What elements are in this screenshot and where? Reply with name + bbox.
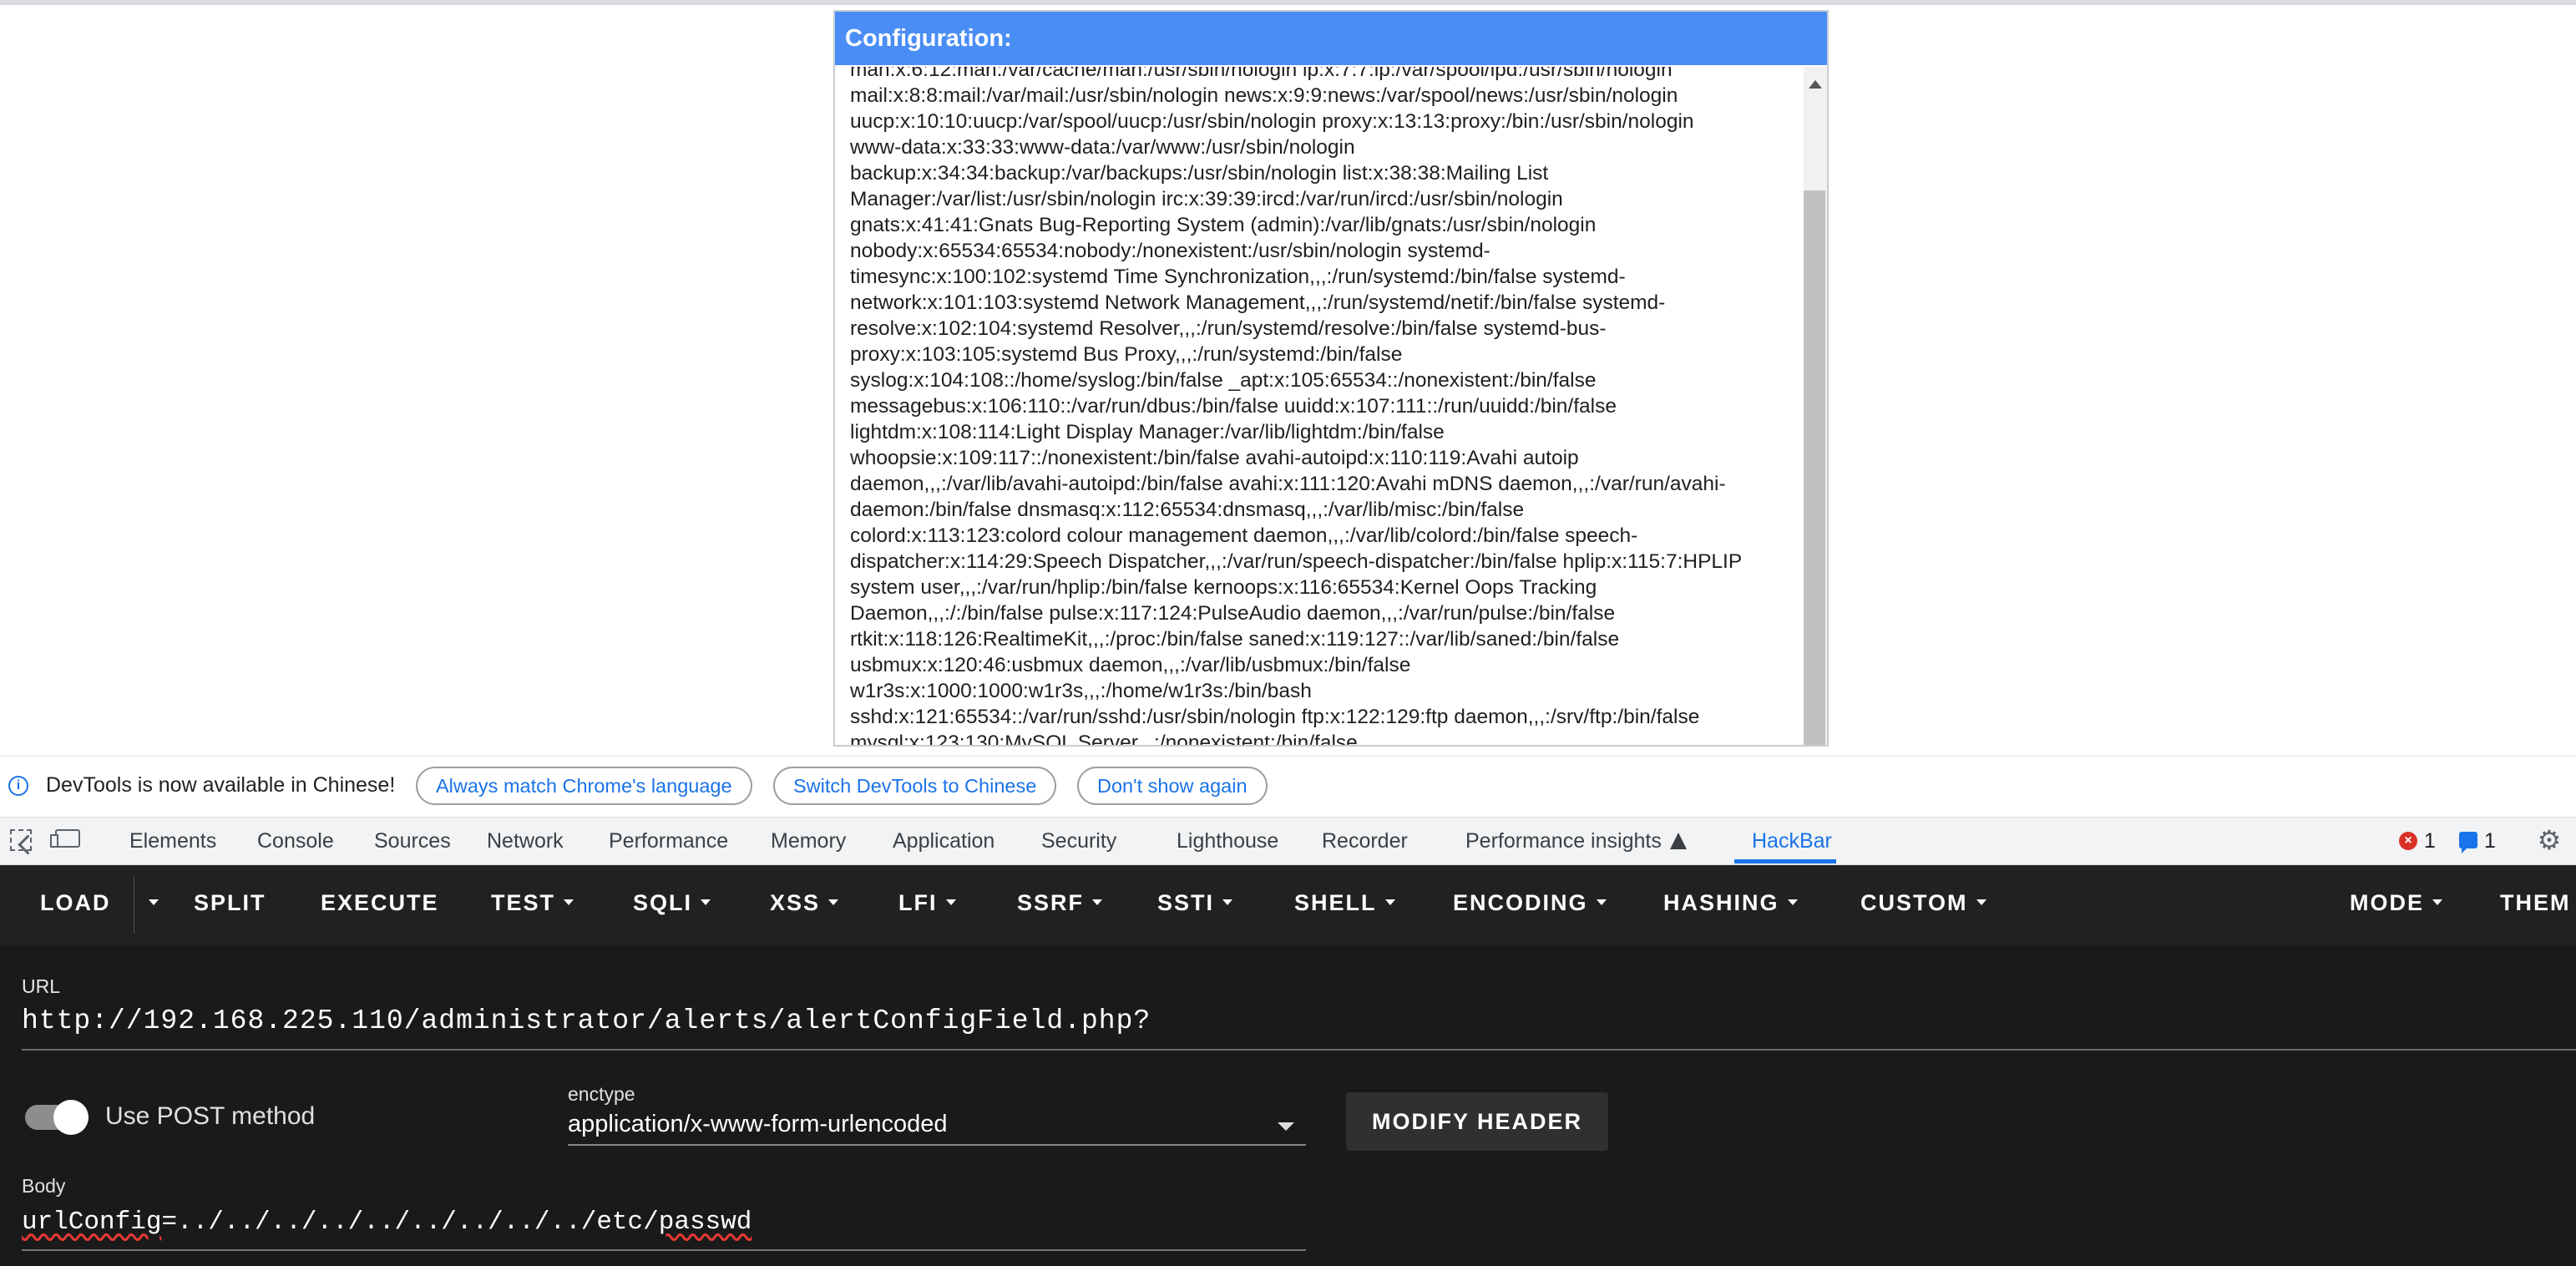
ssti-label: SSTI	[1157, 890, 1215, 915]
custom-label: CUSTOM	[1860, 890, 1968, 915]
message-count[interactable]: 1	[2484, 829, 2496, 853]
post-method-label: Use POST method	[105, 1102, 316, 1130]
chevron-down-icon[interactable]	[1278, 1122, 1294, 1131]
chevron-down-icon	[1092, 899, 1103, 906]
custom-menu-button[interactable]: CUSTOM	[1860, 890, 1986, 916]
xss-label: XSS	[770, 890, 821, 915]
enctype-label: enctype	[568, 1083, 635, 1105]
info-icon: i	[8, 776, 28, 796]
hashing-menu-button[interactable]: HASHING	[1663, 890, 1798, 916]
execute-button[interactable]: EXECUTE	[321, 890, 439, 916]
body-traversal-path: =../../../../../../../../../etc/	[161, 1208, 659, 1237]
load-button[interactable]: LOAD	[40, 890, 111, 916]
configuration-panel: Configuration: man:x:6:12:man:/var/cache…	[833, 10, 1829, 747]
flask-icon	[1669, 833, 1687, 849]
chevron-down-icon	[1222, 899, 1233, 906]
chevron-down-icon	[701, 899, 711, 906]
hackbar-toolbar: LOAD SPLIT EXECUTE TEST SQLI XSS LFI SSR…	[0, 865, 2576, 945]
shell-label: SHELL	[1294, 890, 1377, 915]
gear-icon[interactable]: ⚙	[2537, 827, 2562, 853]
chevron-down-icon	[828, 899, 839, 906]
tab-console[interactable]: Console	[257, 829, 334, 853]
tab-application[interactable]: Application	[893, 829, 994, 853]
body-param-name: urlConfig	[22, 1208, 162, 1237]
hashing-label: HASHING	[1663, 890, 1779, 915]
body-input[interactable]: urlConfig=../../../../../../../../../etc…	[22, 1208, 752, 1237]
lfi-label: LFI	[898, 890, 938, 915]
chevron-down-icon	[149, 899, 159, 906]
tab-memory[interactable]: Memory	[771, 829, 846, 853]
ssrf-label: SSRF	[1017, 890, 1085, 915]
url-input[interactable]: http://192.168.225.110/administrator/ale…	[22, 1005, 2576, 1036]
post-method-toggle-knob[interactable]	[53, 1100, 89, 1135]
sqli-label: SQLI	[633, 890, 693, 915]
ssrf-menu-button[interactable]: SSRF	[1017, 890, 1103, 916]
tab-lighthouse[interactable]: Lighthouse	[1177, 829, 1278, 853]
error-count[interactable]: 1	[2424, 829, 2436, 853]
split-button[interactable]: SPLIT	[194, 890, 266, 916]
url-label: URL	[22, 975, 61, 997]
test-label: TEST	[491, 890, 556, 915]
configuration-title: Configuration:	[835, 12, 1827, 65]
modify-header-button[interactable]: MODIFY HEADER	[1346, 1092, 1608, 1151]
chevron-down-icon	[564, 899, 574, 906]
sqli-menu-button[interactable]: SQLI	[633, 890, 711, 916]
body-input-underline	[22, 1249, 1306, 1251]
url-input-underline	[22, 1049, 2576, 1051]
browser-top-edge	[0, 0, 2576, 5]
tab-sources[interactable]: Sources	[374, 829, 451, 853]
chevron-down-icon	[1787, 899, 1798, 906]
configuration-content[interactable]: man:x:6:12:man:/var/cache/man:/usr/sbin/…	[850, 67, 1809, 747]
test-menu-button[interactable]: TEST	[491, 890, 574, 916]
tab-performance[interactable]: Performance	[609, 829, 728, 853]
device-toggle-icon[interactable]	[50, 829, 80, 848]
active-tab-indicator	[1734, 859, 1836, 863]
encoding-menu-button[interactable]: ENCODING	[1453, 890, 1607, 916]
load-dropdown-button[interactable]	[140, 890, 159, 916]
enctype-select[interactable]: application/x-www-form-urlencoded	[568, 1111, 948, 1138]
message-icon[interactable]	[2459, 832, 2477, 853]
chevron-down-icon	[1596, 899, 1607, 906]
enctype-underline	[568, 1144, 1306, 1146]
scroll-up-arrow-icon[interactable]	[1809, 80, 1822, 89]
tab-performance-insights-label: Performance insights	[1465, 829, 1662, 853]
encoding-label: ENCODING	[1453, 890, 1588, 915]
tab-elements[interactable]: Elements	[129, 829, 216, 853]
chevron-down-icon	[2432, 899, 2442, 906]
tab-recorder[interactable]: Recorder	[1322, 829, 1408, 853]
mode-label: MODE	[2350, 890, 2424, 915]
tab-network[interactable]: Network	[487, 829, 564, 853]
scrollbar-thumb[interactable]	[1804, 190, 1825, 745]
mode-menu-button[interactable]: MODE	[2350, 890, 2442, 916]
chevron-down-icon	[945, 899, 956, 906]
chevron-down-icon	[1976, 899, 1986, 906]
tab-hackbar[interactable]: HackBar	[1752, 829, 1832, 853]
body-label: Body	[22, 1175, 66, 1197]
infobar-message: DevTools is now available in Chinese!	[46, 773, 396, 797]
ssti-menu-button[interactable]: SSTI	[1157, 890, 1233, 916]
error-icon[interactable]: ×	[2399, 832, 2417, 850]
shell-menu-button[interactable]: SHELL	[1294, 890, 1395, 916]
lfi-menu-button[interactable]: LFI	[898, 890, 956, 916]
switch-to-chinese-button[interactable]: Switch DevTools to Chinese	[773, 767, 1057, 805]
xss-menu-button[interactable]: XSS	[770, 890, 839, 916]
body-target-file: passwd	[658, 1208, 752, 1237]
always-match-language-button[interactable]: Always match Chrome's language	[416, 767, 752, 805]
devtools-language-infobar: i DevTools is now available in Chinese! …	[0, 756, 2576, 816]
chevron-down-icon	[1384, 899, 1395, 906]
tab-performance-insights[interactable]: Performance insights	[1465, 829, 1687, 853]
hackbar-panel: LOAD SPLIT EXECUTE TEST SQLI XSS LFI SSR…	[0, 865, 2576, 1266]
inspect-element-icon[interactable]	[10, 829, 32, 851]
devtools-tabbar: Elements Console Sources Network Perform…	[0, 817, 2576, 865]
tab-security[interactable]: Security	[1041, 829, 1116, 853]
theme-menu-button[interactable]: THEM	[2500, 890, 2571, 916]
passwd-output: man:x:6:12:man:/var/cache/man:/usr/sbin/…	[850, 67, 1743, 747]
dont-show-again-button[interactable]: Don't show again	[1077, 767, 1268, 805]
